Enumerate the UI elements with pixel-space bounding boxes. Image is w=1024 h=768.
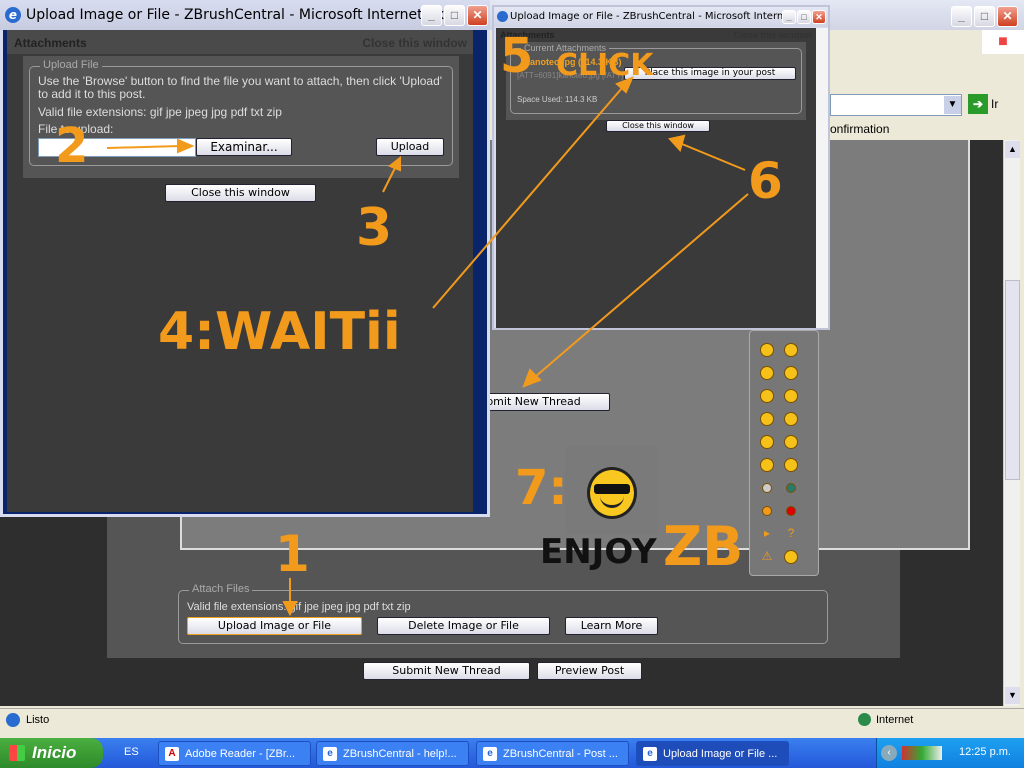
annotation-7: 7: — [515, 460, 568, 516]
task-zbrush-post[interactable]: e ZBrushCentral - Post ... — [476, 741, 629, 766]
task-upload-image[interactable]: e Upload Image or File ... — [636, 741, 789, 766]
adobe-icon: A — [165, 747, 179, 761]
windows-flag-icon — [9, 745, 25, 761]
start-label: Inicio — [32, 743, 77, 762]
annotation-5-click: CLICK — [556, 48, 654, 83]
zb-text: ZB — [663, 515, 744, 578]
arrow-6b — [534, 193, 749, 378]
system-tray: ‹ 12:25 p.m. — [876, 738, 1024, 768]
arrow-5 — [432, 87, 623, 309]
arrow-3-head — [388, 155, 401, 172]
annotation-arrows — [106, 76, 749, 617]
ie-icon: e — [643, 747, 657, 761]
task-adobe-reader[interactable]: A Adobe Reader - [ZBr... — [158, 741, 311, 766]
arrow-6a — [681, 143, 746, 171]
clock: 12:25 p.m. — [959, 746, 1011, 758]
annotation-5: 5 — [500, 28, 534, 84]
tray-expand-icon[interactable]: ‹ — [881, 745, 897, 761]
start-button[interactable]: Inicio — [0, 738, 103, 768]
annotation-1: 1 — [275, 525, 310, 583]
arrow-3 — [382, 167, 396, 193]
ie-icon: e — [323, 747, 337, 761]
tray-apps-icon[interactable] — [902, 746, 942, 760]
enjoy-text: ENJOY — [540, 532, 657, 572]
task-zbrush-help[interactable]: e ZBrushCentral - help!... — [316, 741, 469, 766]
ie-icon: e — [483, 747, 497, 761]
arrow-1-head — [282, 601, 298, 617]
arrow-2 — [106, 145, 181, 149]
annotation-2: 2 — [55, 118, 89, 174]
annotation-3: 3 — [356, 198, 393, 258]
arrow-6b-head — [522, 368, 542, 388]
annotation-4: 4:WAITii — [158, 302, 401, 362]
arrow-6a-head — [668, 134, 686, 153]
arrow-2-head — [177, 138, 195, 154]
language-indicator[interactable]: ES — [124, 746, 139, 758]
annotation-6: 6 — [748, 152, 783, 210]
